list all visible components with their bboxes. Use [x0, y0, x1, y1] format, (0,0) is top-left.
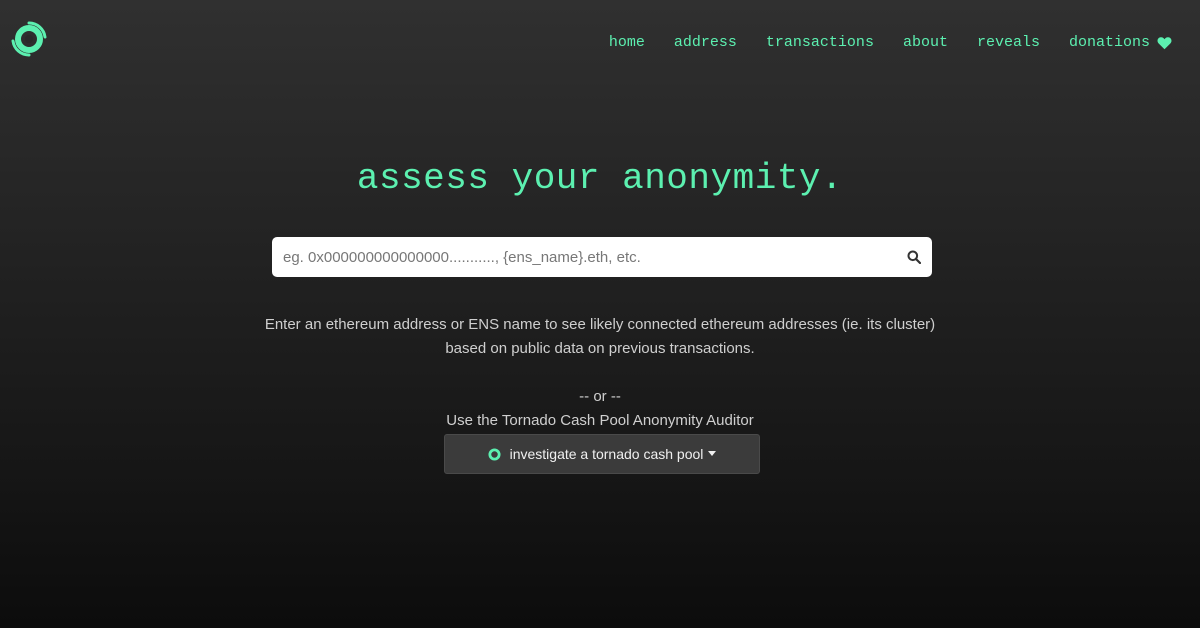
search-bar: [272, 237, 932, 277]
auditor-label: Use the Tornado Cash Pool Anonymity Audi…: [446, 412, 754, 429]
description-line-2: based on public data on previous transac…: [445, 340, 755, 357]
nav-transactions-link[interactable]: transactions: [766, 34, 874, 51]
nav-reveals-link[interactable]: reveals: [977, 34, 1040, 51]
investigate-pool-dropdown-button[interactable]: investigate a tornado cash pool: [444, 434, 760, 474]
nav-address-link[interactable]: address: [674, 34, 737, 51]
or-separator: -- or --: [579, 388, 621, 405]
search-button[interactable]: [896, 237, 932, 277]
page-title: assess your anonymity.: [356, 158, 844, 199]
nav-donations-label: donations: [1068, 34, 1150, 51]
tornado-logo-icon[interactable]: [11, 21, 47, 57]
search-input[interactable]: [272, 237, 896, 277]
nav-home-link[interactable]: home: [609, 34, 645, 51]
top-nav: home address transactions about reveals …: [580, 34, 1172, 51]
tornado-icon: [488, 447, 501, 461]
pool-button-label: investigate a tornado cash pool: [509, 446, 704, 462]
nav-donations-link[interactable]: donations: [1069, 34, 1172, 51]
chevron-down-icon: [708, 450, 717, 456]
description-line-1: Enter an ethereum address or ENS name to…: [264, 316, 936, 333]
description-text: Enter an ethereum address or ENS name to…: [0, 313, 1200, 361]
nav-about-link[interactable]: about: [903, 34, 948, 51]
search-icon: [907, 250, 921, 264]
heart-icon: [1157, 36, 1172, 49]
